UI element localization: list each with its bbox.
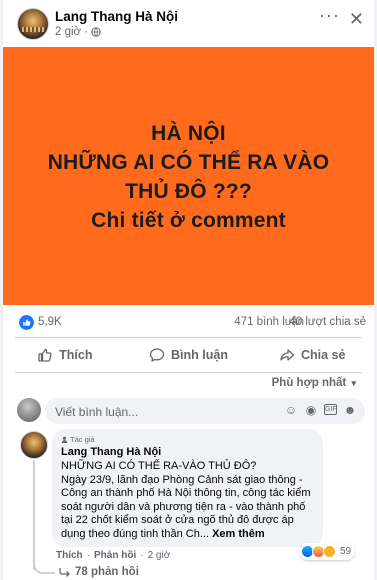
comment-icon bbox=[149, 348, 165, 362]
comment-input[interactable] bbox=[55, 404, 205, 420]
like-count[interactable]: 5,9K bbox=[38, 316, 62, 328]
comment-author[interactable]: Lang Thang Hà Nội bbox=[61, 446, 161, 458]
reply-arrow-icon bbox=[59, 568, 70, 577]
chevron-down-icon: ▾ bbox=[351, 378, 356, 388]
author-badge-icon bbox=[61, 436, 68, 443]
thumbs-up-icon bbox=[38, 348, 52, 362]
globe-icon bbox=[91, 27, 101, 37]
author-tag-label: Tác giả bbox=[70, 435, 95, 444]
action-dot: · bbox=[140, 550, 144, 561]
share-button-label: Chia sẻ bbox=[300, 348, 346, 362]
post-meta: 2 giờ · bbox=[55, 26, 101, 38]
comment-composer[interactable]: ☺ ◉ GIF ☻ bbox=[45, 398, 365, 424]
share-icon bbox=[280, 349, 295, 361]
like-reaction-icon bbox=[19, 315, 34, 330]
post-actions: Thích Bình luận Chia sẻ bbox=[3, 340, 374, 370]
gif-icon[interactable]: GIF bbox=[324, 404, 337, 415]
divider bbox=[15, 372, 362, 373]
like-button-label: Thích bbox=[59, 348, 93, 362]
banner-line-4: Chi tiết ở comment bbox=[91, 209, 286, 232]
view-replies-link[interactable]: 78 phản hồi bbox=[59, 566, 139, 578]
action-dot: · bbox=[86, 550, 91, 561]
thread-connector bbox=[33, 560, 55, 574]
sort-label: Phù hợp nhất bbox=[271, 377, 347, 389]
page-avatar[interactable] bbox=[17, 8, 49, 40]
comment-reply-link[interactable]: Phản hồi bbox=[94, 550, 136, 561]
comment-line-2: Ngày 23/9, lãnh đạo Phòng Cảnh sát giao … bbox=[61, 474, 317, 542]
replies-count: 78 phản hồi bbox=[75, 566, 139, 578]
camera-icon[interactable]: ◉ bbox=[304, 403, 318, 417]
comment-author-avatar[interactable] bbox=[20, 431, 48, 459]
comment-reactions[interactable]: 59 bbox=[299, 543, 356, 560]
sticker-icon[interactable]: ☻ bbox=[343, 403, 357, 417]
like-button[interactable]: Thích bbox=[3, 340, 127, 370]
comment-like-link[interactable]: Thích bbox=[56, 550, 83, 561]
current-user-avatar[interactable] bbox=[17, 398, 41, 422]
meta-separator: · bbox=[84, 26, 88, 38]
divider bbox=[15, 337, 362, 338]
banner-line-3: THỦ ĐÔ ??? bbox=[125, 180, 252, 203]
post-header: Lang Thang Hà Nội 2 giờ · ··· ✕ bbox=[3, 0, 374, 46]
comment-time[interactable]: 2 giờ bbox=[148, 550, 171, 561]
emoji-icon[interactable]: ☺ bbox=[284, 403, 298, 417]
share-count[interactable]: 40 lượt chia sẻ bbox=[289, 316, 366, 328]
banner-line-1: HÀ NỘI bbox=[151, 122, 226, 145]
sad-reaction-icon bbox=[323, 545, 336, 558]
reaction-count: 59 bbox=[340, 546, 352, 557]
thread-line bbox=[33, 460, 35, 570]
comment-body: Ngày 23/9, lãnh đạo Phòng Cảnh sát giao … bbox=[61, 473, 311, 540]
comment-button[interactable]: Bình luận bbox=[127, 340, 251, 370]
more-icon[interactable]: ··· bbox=[319, 6, 340, 24]
composer-icons: ☺ ◉ GIF ☻ bbox=[284, 403, 357, 417]
banner-line-2: NHỮNG AI CÓ THỂ RA VÀO bbox=[47, 151, 330, 174]
post-card: Lang Thang Hà Nội 2 giờ · ··· ✕ HÀ NỘI N… bbox=[3, 0, 374, 580]
see-more-link[interactable]: Xem thêm bbox=[212, 528, 265, 540]
post-stats: 5,9K 471 bình luận 40 lượt chia sẻ bbox=[3, 312, 374, 334]
author-badge: Tác giả bbox=[61, 435, 95, 444]
post-image[interactable]: HÀ NỘI NHỮNG AI CÓ THỂ RA VÀO THỦ ĐÔ ???… bbox=[3, 47, 374, 305]
close-icon[interactable]: ✕ bbox=[349, 9, 364, 30]
comment-button-label: Bình luận bbox=[171, 348, 228, 362]
comment-actions: Thích · Phản hồi · 2 giờ bbox=[56, 550, 170, 561]
comment-bubble: Tác giả Lang Thang Hà Nội NHỮNG AI CÓ TH… bbox=[52, 429, 323, 547]
share-button[interactable]: Chia sẻ bbox=[250, 340, 374, 370]
page-name[interactable]: Lang Thang Hà Nội bbox=[55, 9, 178, 24]
comment-sort-dropdown[interactable]: Phù hợp nhất ▾ bbox=[272, 377, 356, 389]
comment-text: NHỮNG AI CÓ THỂ RA-VÀO THỦ ĐÔ? Ngày 23/9… bbox=[61, 460, 317, 541]
post-time[interactable]: 2 giờ bbox=[55, 26, 81, 38]
comment-line-1: NHỮNG AI CÓ THỂ RA-VÀO THỦ ĐÔ? bbox=[61, 460, 257, 472]
